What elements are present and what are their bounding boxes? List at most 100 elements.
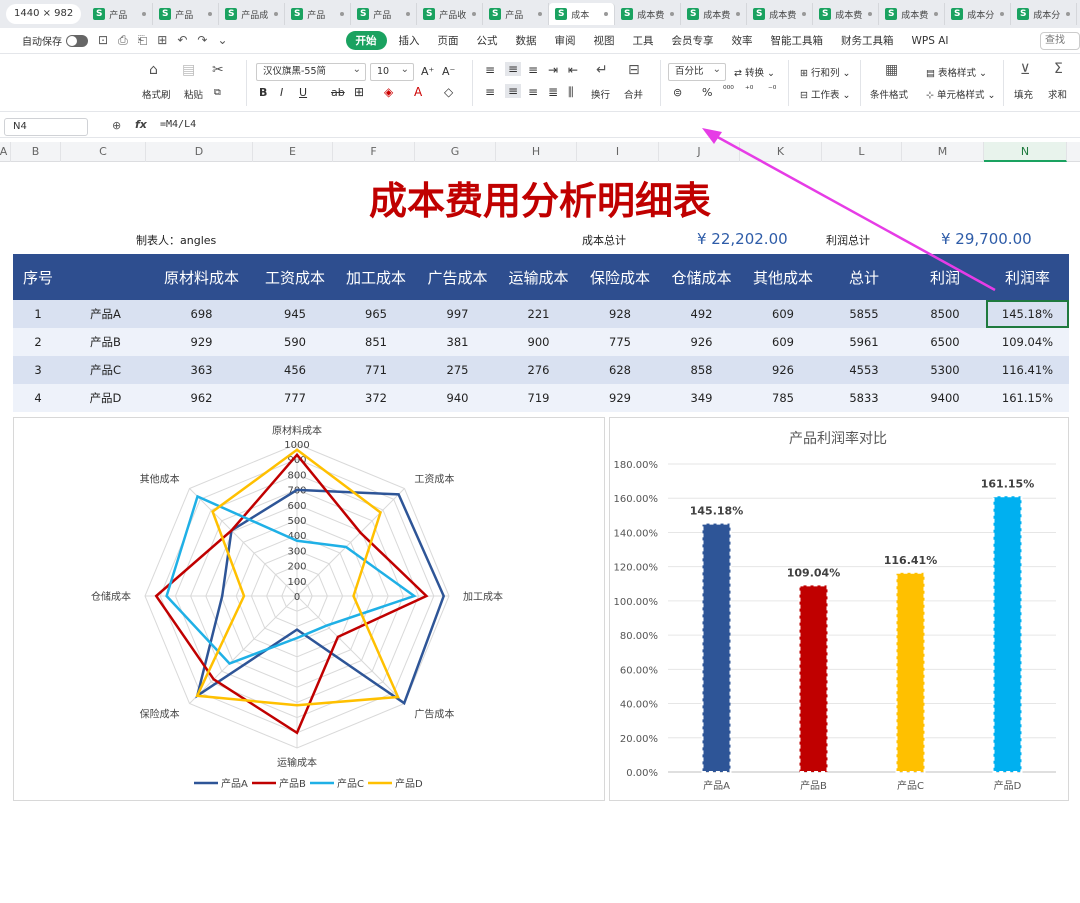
save-icon[interactable]: ⊡: [98, 33, 108, 48]
table-cell[interactable]: 产品B: [63, 334, 148, 350]
align-center-icon[interactable]: ≡: [505, 84, 522, 98]
cut-icon[interactable]: ✂: [212, 62, 224, 78]
tab-4[interactable]: S 产品: [351, 3, 418, 25]
wrap-icon[interactable]: ↵: [596, 62, 608, 78]
name-box[interactable]: N4: [4, 118, 88, 136]
wrap-button[interactable]: 换行: [591, 87, 610, 101]
menu-item-4[interactable]: 数据: [510, 33, 543, 48]
column-header-F[interactable]: F: [333, 142, 415, 162]
table-cell[interactable]: 609: [742, 335, 824, 349]
table-cell[interactable]: 858: [661, 363, 742, 377]
tab-close-icon[interactable]: [670, 12, 675, 16]
tab-close-icon[interactable]: [604, 12, 609, 16]
menu-item-3[interactable]: 公式: [471, 33, 504, 48]
tab-close-icon[interactable]: [1066, 12, 1071, 16]
autosave-toggle[interactable]: 自动保存: [22, 33, 88, 48]
align-middle-icon[interactable]: ≡: [505, 62, 522, 76]
fill-button[interactable]: 填充: [1014, 87, 1033, 101]
tab-12[interactable]: S 成本费: [879, 3, 946, 25]
tab-close-icon[interactable]: [538, 12, 543, 16]
tab-close-icon[interactable]: [1000, 12, 1005, 16]
table-cell[interactable]: 456: [255, 363, 335, 377]
toggle-switch[interactable]: [66, 34, 88, 47]
table-cell[interactable]: 349: [661, 391, 742, 405]
table-cell[interactable]: 929: [148, 335, 255, 349]
tab-2[interactable]: S 产品成: [219, 3, 286, 25]
table-cell[interactable]: 771: [335, 363, 417, 377]
font-name-select[interactable]: 汉仪旗黑-55简: [256, 62, 366, 81]
table-cell[interactable]: 5833: [824, 391, 904, 405]
table-cell[interactable]: 628: [579, 363, 661, 377]
table-cell[interactable]: 929: [579, 391, 661, 405]
sum-button[interactable]: 求和: [1048, 87, 1067, 101]
percent-icon[interactable]: %: [702, 86, 712, 99]
table-cell[interactable]: 3: [13, 363, 63, 377]
border-icon[interactable]: ⊞: [354, 85, 364, 99]
table-cell[interactable]: 775: [579, 335, 661, 349]
font-shrink-button[interactable]: A⁻: [442, 65, 455, 78]
table-cell[interactable]: 5961: [824, 335, 904, 349]
tab-close-icon[interactable]: [142, 12, 147, 16]
tab-close-icon[interactable]: [934, 12, 939, 16]
selected-cell[interactable]: 145.18%: [986, 300, 1069, 328]
undo-icon[interactable]: ↶: [177, 33, 187, 48]
column-header-I[interactable]: I: [577, 142, 659, 162]
indent-icon[interactable]: ⇥: [548, 63, 558, 77]
table-cell[interactable]: 9400: [904, 391, 986, 405]
table-cell[interactable]: 926: [661, 335, 742, 349]
table-cell[interactable]: 698: [148, 307, 255, 321]
table-cell[interactable]: 851: [335, 335, 417, 349]
strikethrough-button[interactable]: ab: [331, 86, 345, 99]
tab-close-icon[interactable]: [406, 12, 411, 16]
table-cell[interactable]: 965: [335, 307, 417, 321]
formula-input[interactable]: =M4/L4: [160, 119, 196, 130]
merge-icon[interactable]: ⊟: [628, 62, 640, 78]
table-cell[interactable]: 926: [742, 363, 824, 377]
menu-item-9[interactable]: 效率: [726, 33, 759, 48]
table-cell[interactable]: 381: [417, 335, 498, 349]
preview-icon[interactable]: ⊞: [157, 33, 167, 48]
outdent-icon[interactable]: ⇤: [568, 63, 578, 77]
table-cell[interactable]: 161.15%: [986, 391, 1069, 405]
tab-8[interactable]: S 成本费: [615, 3, 682, 25]
table-cell[interactable]: 363: [148, 363, 255, 377]
export-icon[interactable]: ⎙: [118, 33, 128, 48]
menu-item-1[interactable]: 插入: [393, 33, 426, 48]
column-header-H[interactable]: H: [496, 142, 577, 162]
cell-style-button[interactable]: ⊹ 单元格样式 ⌄: [926, 87, 995, 101]
table-cell[interactable]: 590: [255, 335, 335, 349]
tab-14[interactable]: S 成本分: [1011, 3, 1078, 25]
column-header-B[interactable]: B: [11, 142, 61, 162]
table-cell[interactable]: 719: [498, 391, 579, 405]
underline-button[interactable]: U: [299, 86, 307, 99]
redo-icon[interactable]: ↷: [197, 33, 207, 48]
table-cell[interactable]: 997: [417, 307, 498, 321]
table-cell[interactable]: 492: [661, 307, 742, 321]
align-bottom-icon[interactable]: ≡: [528, 63, 538, 77]
distribute-icon[interactable]: ⫼: [568, 85, 574, 100]
justify-icon[interactable]: ≣: [548, 85, 558, 99]
italic-button[interactable]: I: [280, 86, 283, 99]
column-header-G[interactable]: G: [415, 142, 496, 162]
menu-item-8[interactable]: 会员专享: [666, 33, 720, 48]
table-cell[interactable]: 产品A: [63, 306, 148, 322]
table-cell[interactable]: 4: [13, 391, 63, 405]
tab-close-icon[interactable]: [868, 12, 873, 16]
font-color-icon[interactable]: A: [414, 85, 422, 99]
table-cell[interactable]: 产品D: [63, 390, 148, 406]
tab-0[interactable]: S 产品: [87, 3, 154, 25]
tab-5[interactable]: S 产品收: [417, 3, 484, 25]
tab-6[interactable]: S 产品: [483, 3, 550, 25]
table-cell[interactable]: 945: [255, 307, 335, 321]
search-input[interactable]: 查找: [1040, 31, 1080, 50]
conditional-format-icon[interactable]: ▦: [885, 62, 898, 78]
table-style-button[interactable]: ▤ 表格样式 ⌄: [926, 65, 987, 79]
tab-close-icon[interactable]: [736, 12, 741, 16]
format-painter-icon[interactable]: ⌂: [149, 62, 158, 78]
menu-item-2[interactable]: 页面: [432, 33, 465, 48]
conditional-format-button[interactable]: 条件格式: [870, 87, 908, 101]
table-cell[interactable]: 6500: [904, 335, 986, 349]
copy-button[interactable]: ⧉: [214, 87, 221, 98]
merge-button[interactable]: 合并: [624, 87, 643, 101]
fx-icon[interactable]: fx: [135, 118, 147, 131]
